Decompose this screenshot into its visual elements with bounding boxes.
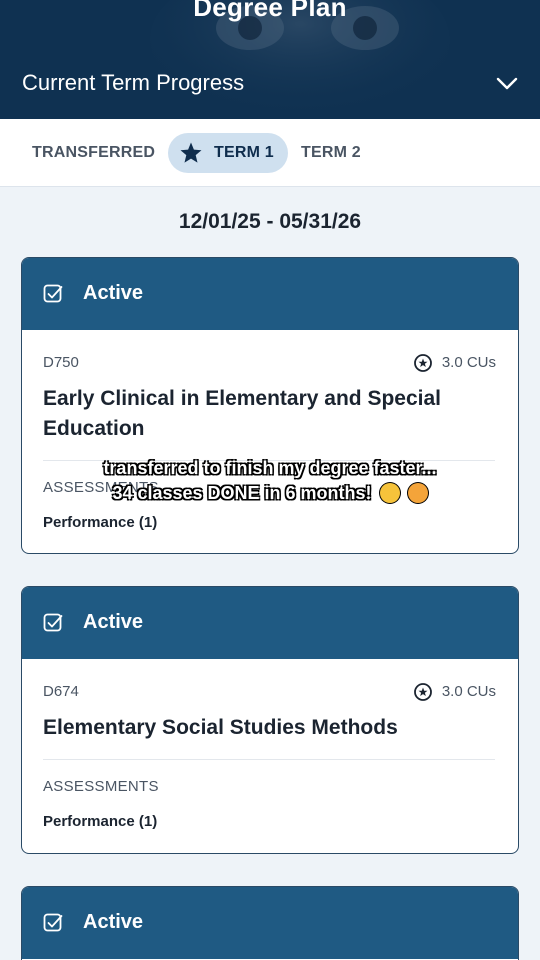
course-title: Early Clinical in Elementary and Special… [43,387,441,440]
card-header: Active [22,258,518,330]
assessments-value: Performance (1) [43,514,158,531]
assessments-label: ASSESSMENTS [43,778,159,795]
course-code: D750 [43,354,79,371]
caption-line-1: transferred to finish my degree faster..… [103,458,437,478]
cu-value: 3.0 CUs [441,683,496,700]
cu-value: 3.0 CUs [441,354,496,371]
check-square-icon [43,913,63,932]
caption-line-2-wrap: 34 classes DONE in 6 months! [70,481,470,506]
course-status: Active [83,611,144,633]
tab-term-2[interactable]: TERM 2 [301,133,361,173]
tab-term-1[interactable]: TERM 1 [168,133,288,173]
tab-transferred[interactable]: TRANSFERRED [32,133,155,173]
video-caption-overlay: transferred to finish my degree faster..… [70,456,470,506]
competency-units: 3.0 CUs [413,683,496,701]
target-icon [413,683,432,701]
course-card[interactable]: Active [21,886,519,960]
term-date-range: 12/01/25 - 05/31/26 [178,210,362,233]
assessments-value: Performance (1) [43,813,158,830]
course-card[interactable]: Active D750 3.0 CUs Early Clinical in El… [21,257,519,554]
course-card[interactable]: Active D674 3.0 CUs Elementary Social St… [21,586,519,854]
exploding-head-emoji-icon [407,483,428,503]
page-title: Degree Plan [193,0,347,22]
check-square-icon [43,284,63,303]
term-tabs: TRANSFERRED TERM 1 TERM 2 [0,119,540,187]
course-status: Active [83,911,144,933]
current-term-progress-toggle[interactable]: Current Term Progress [22,70,244,96]
divider [43,759,495,760]
chevron-down-icon[interactable] [494,72,520,94]
star-icon [180,142,202,163]
tab-term-1-label: TERM 1 [214,144,274,161]
app-root: Degree Plan Current Term Progress TRANSF… [0,0,540,960]
course-code: D674 [43,683,79,700]
header: Degree Plan Current Term Progress [0,0,540,119]
target-icon [413,354,432,372]
card-header: Active [22,887,518,959]
course-status: Active [83,282,144,304]
check-square-icon [43,613,63,632]
course-title: Elementary Social Studies Methods [43,716,398,739]
caption-line-2: 34 classes DONE in 6 months! [112,483,372,503]
star-struck-emoji-icon [379,483,400,503]
card-header: Active [22,587,518,659]
competency-units: 3.0 CUs [413,354,496,372]
